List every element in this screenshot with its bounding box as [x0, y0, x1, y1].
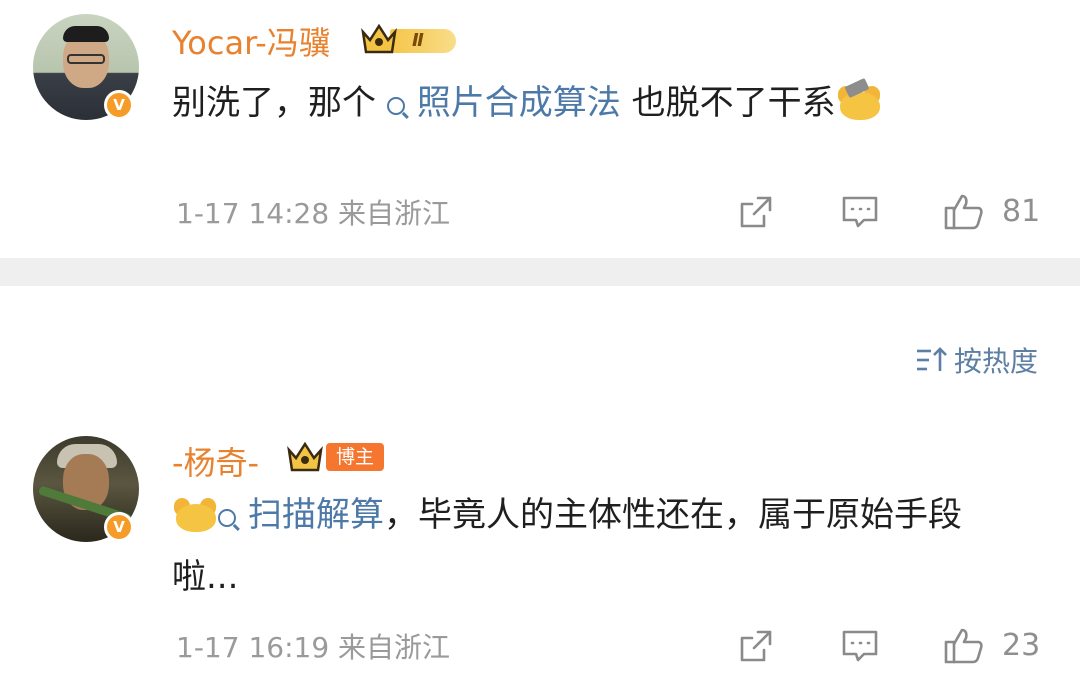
- comment-icon: [842, 630, 878, 662]
- thumbs-up-icon: [944, 628, 983, 664]
- topic-link-label: 扫描解算: [248, 495, 384, 535]
- comment-item: V -杨奇- 博主 扫描解算，毕竟人的主体性还在，属于原始手段啦... 1-17…: [0, 400, 1080, 674]
- comment-actions: 81: [736, 192, 1046, 232]
- like-button[interactable]: 23: [942, 626, 1046, 666]
- username[interactable]: Yocar-冯骥: [172, 18, 331, 64]
- level-tag: Ⅱ: [390, 29, 456, 53]
- comment-time: 1-17 14:28: [176, 197, 330, 230]
- blogger-badge: 博主: [286, 438, 384, 478]
- avatar-glasses: [67, 54, 105, 64]
- member-level-badge: Ⅱ: [360, 20, 456, 60]
- comment-text-before: 别洗了，那个: [172, 83, 376, 123]
- topic-link-label: 照片合成算法: [416, 83, 621, 123]
- share-button[interactable]: [736, 626, 776, 666]
- like-count: 81: [1002, 194, 1041, 229]
- comment-meta: 1-17 14:28 来自浙江: [176, 192, 450, 232]
- comment-location: 来自浙江: [338, 197, 451, 230]
- like-count: 23: [1002, 628, 1041, 663]
- facepalm-emoji-icon: [172, 494, 218, 532]
- share-button[interactable]: [736, 192, 776, 232]
- comment-item: V Yocar-冯骥 Ⅱ 别洗了，那个 照片合成算法 也脱不了干系 1-17 1…: [0, 0, 1080, 258]
- share-icon: [740, 196, 772, 228]
- sort-label: 按热度: [953, 345, 1038, 378]
- search-icon: [218, 509, 236, 527]
- like-button[interactable]: 81: [942, 192, 1046, 232]
- comment-actions: 23: [736, 626, 1046, 666]
- reply-button[interactable]: [840, 626, 880, 666]
- verified-badge-icon: V: [104, 90, 134, 120]
- comment-meta: 1-17 16:19 来自浙江: [176, 626, 450, 666]
- crown-icon: [287, 441, 323, 472]
- comment-icon: [842, 196, 878, 228]
- section-divider: [0, 258, 1080, 286]
- topic-link[interactable]: 照片合成算法: [386, 83, 621, 123]
- share-icon: [740, 630, 772, 662]
- avatar-hair: [63, 26, 109, 42]
- topic-link[interactable]: 扫描解算: [218, 495, 384, 535]
- comment-text-after: 也脱不了干系: [631, 83, 836, 123]
- comment-location: 来自浙江: [338, 631, 451, 664]
- verified-badge-icon: V: [104, 512, 134, 542]
- comment-text: 扫描解算，毕竟人的主体性还在，属于原始手段啦...: [172, 484, 1020, 608]
- username[interactable]: -杨奇-: [172, 438, 259, 484]
- thumbs-up-icon: [944, 194, 983, 230]
- comment-text: 别洗了，那个 照片合成算法 也脱不了干系: [172, 72, 1020, 134]
- crown-icon: [361, 23, 397, 54]
- sort-icon: [914, 345, 948, 375]
- reply-button[interactable]: [840, 192, 880, 232]
- sort-button[interactable]: 按热度: [914, 340, 1038, 380]
- comment-time: 1-17 16:19: [176, 631, 330, 664]
- role-tag: 博主: [326, 443, 384, 471]
- hammer-emoji-icon: [836, 77, 882, 120]
- search-icon: [386, 97, 405, 115]
